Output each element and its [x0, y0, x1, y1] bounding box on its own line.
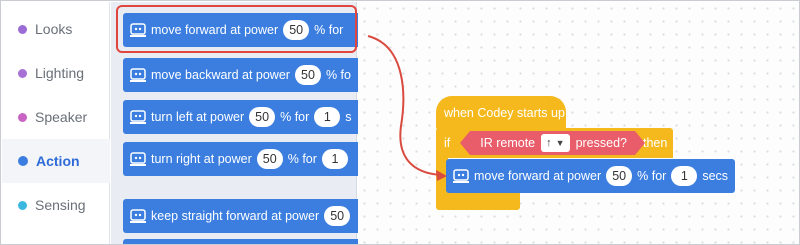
editor-frame: Looks Lighting Speaker Action Sensing mo… — [0, 0, 800, 245]
drag-arrow-icon — [367, 35, 447, 181]
